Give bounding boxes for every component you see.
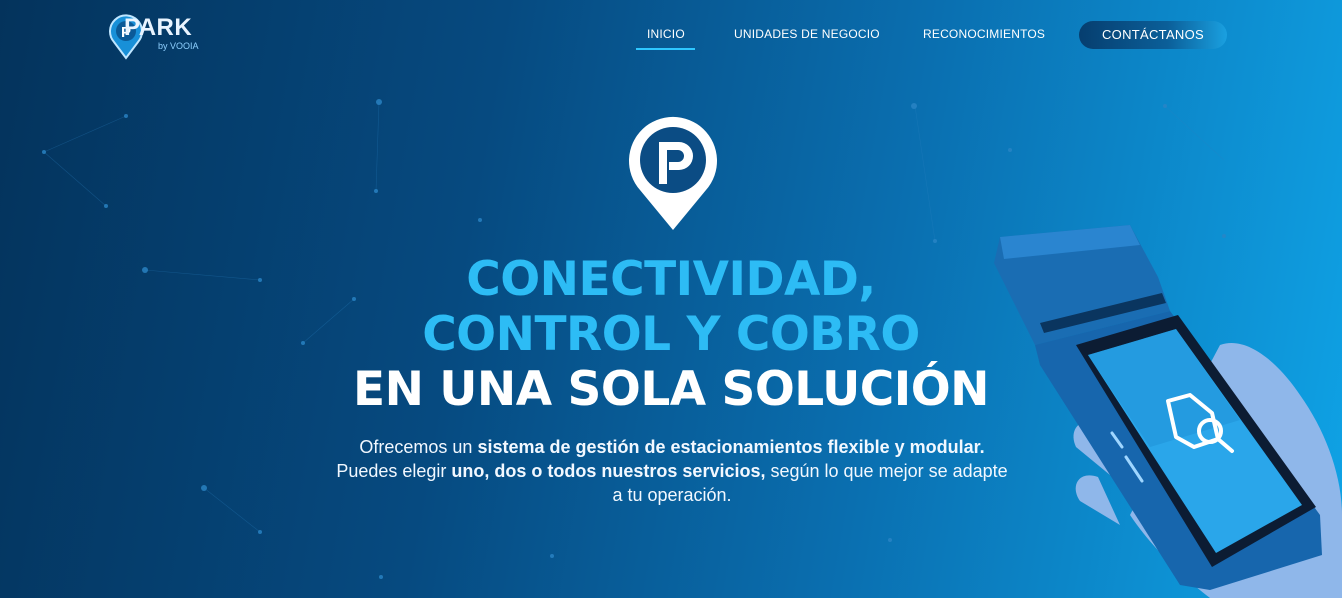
main-nav: INICIO UNIDADES DE NEGOCIO RECONOCIMIENT… xyxy=(0,20,1342,50)
nav-link-inicio[interactable]: INICIO xyxy=(647,27,685,41)
contact-button[interactable]: CONTÁCTANOS xyxy=(1079,21,1227,49)
nav-link-reconocimientos[interactable]: RECONOCIMIENTOS xyxy=(923,27,1045,41)
desc-bold-2: uno, dos o todos nuestros servicios, xyxy=(451,461,766,481)
desc-bold-1: sistema de gestión de estacionamientos f… xyxy=(477,437,985,457)
desc-text-2: Puedes elegir xyxy=(336,461,452,481)
park-pin-icon xyxy=(629,116,717,230)
pos-terminal-illustration xyxy=(994,225,1342,598)
nav-active-indicator xyxy=(636,48,695,50)
desc-text-1: Ofrecemos un xyxy=(359,437,478,457)
hero-description: Ofrecemos un sistema de gestión de estac… xyxy=(334,435,1010,507)
nav-link-unidades[interactable]: UNIDADES DE NEGOCIO xyxy=(734,27,880,41)
